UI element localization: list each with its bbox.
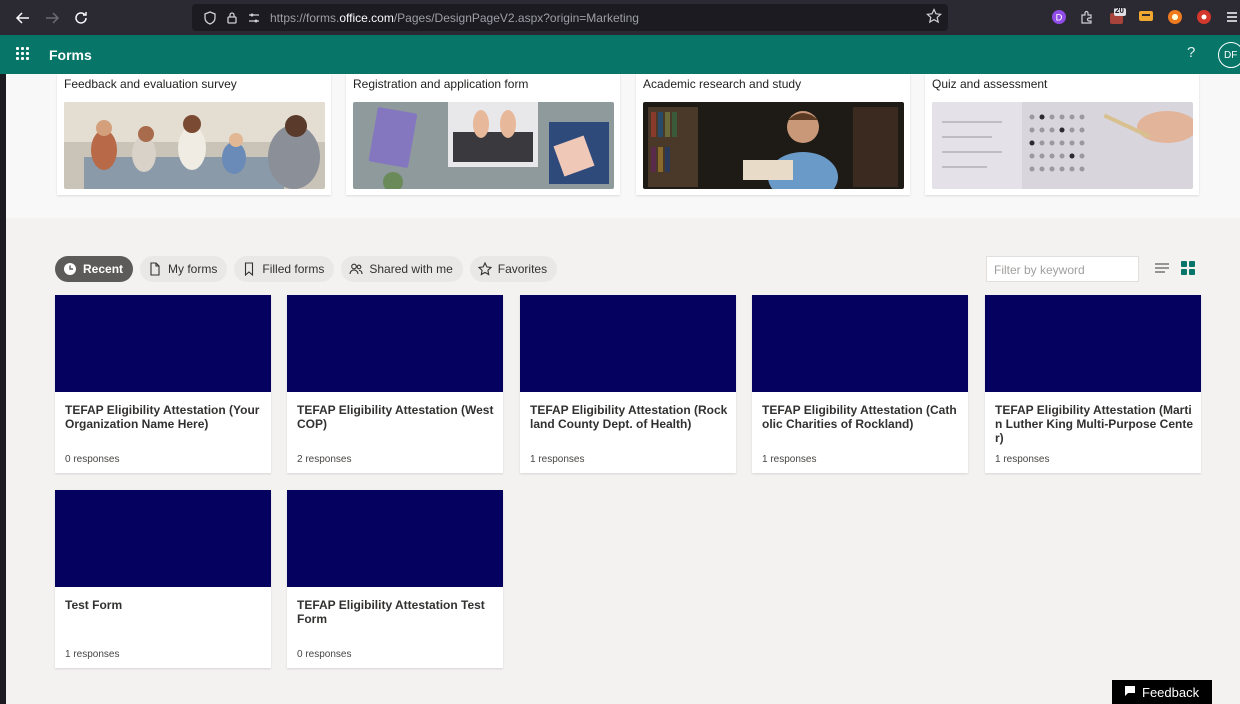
reload-icon[interactable] [67,4,95,32]
shield-icon[interactable] [200,8,220,28]
forward-icon[interactable] [38,4,66,32]
tab-label: Recent [83,262,124,276]
extension-badge-count: 20 [1115,6,1124,15]
app-launcher-icon[interactable] [16,47,30,61]
form-card[interactable]: TEFAP Eligibility Attestation (Your Orga… [55,295,271,473]
extension-d-icon[interactable]: D [1050,8,1068,26]
help-icon[interactable]: ? [1187,44,1195,61]
browser-toolbar: https://forms.office.com/Pages/DesignPag… [0,0,1240,35]
main-content: Feedback and evaluation survey Registrat… [6,74,1240,704]
template-card-quiz[interactable]: Quiz and assessment [925,74,1199,195]
tab-label: Shared with me [369,262,453,276]
tab-favorites[interactable]: Favorites [469,256,558,282]
template-card-registration[interactable]: Registration and application form [346,74,620,195]
menu-icon[interactable] [1223,8,1240,26]
forms-app-bar: Forms ? DF [0,35,1240,74]
star-icon [477,262,492,276]
form-title: TEFAP Eligibility Attestation (Rockland … [530,403,728,431]
list-view-icon[interactable] [1154,260,1170,276]
url-text[interactable]: https://forms.office.com/Pages/DesignPag… [270,11,639,25]
template-image-answer-sheet [932,102,1193,189]
chat-icon [1124,685,1136,700]
avatar[interactable]: DF [1218,42,1240,68]
form-banner [752,295,968,392]
form-banner [287,295,503,392]
template-title: Quiz and assessment [932,77,1048,91]
form-title: TEFAP Eligibility Attestation (Your Orga… [65,403,260,431]
form-responses: 1 responses [762,454,817,465]
form-card[interactable]: TEFAP Eligibility Attestation (Rockland … [520,295,736,473]
grid-view-icon[interactable] [1181,261,1195,275]
feedback-button[interactable]: Feedback [1112,680,1212,704]
form-tabs: Recent My forms Filled forms Shared with… [55,256,558,282]
form-card[interactable]: TEFAP Eligibility Attestation Test Form … [287,490,503,668]
tab-filled-forms[interactable]: Filled forms [234,256,335,282]
permissions-icon[interactable] [244,8,264,28]
form-responses: 0 responses [65,454,120,465]
puzzle-icon[interactable] [1078,8,1096,26]
extension-chat-icon[interactable] [1137,8,1155,26]
form-responses: 0 responses [297,649,352,660]
template-gallery: Feedback and evaluation survey Registrat… [6,74,1240,218]
tab-my-forms[interactable]: My forms [140,256,228,282]
template-card-feedback[interactable]: Feedback and evaluation survey [57,74,331,195]
form-title: TEFAP Eligibility Attestation Test Form [297,598,485,626]
template-title: Registration and application form [353,77,529,91]
document-icon [148,262,162,276]
form-banner [985,295,1201,392]
template-title: Feedback and evaluation survey [64,77,237,91]
form-responses: 1 responses [65,649,120,660]
tab-shared-with-me[interactable]: Shared with me [341,256,463,282]
extension-red-icon[interactable] [1195,8,1213,26]
form-banner [287,490,503,587]
feedback-label: Feedback [1142,684,1200,700]
form-responses: 1 responses [530,454,585,465]
form-title: TEFAP Eligibility Attestation (WestCOP) [297,403,494,431]
form-title: TEFAP Eligibility Attestation (Catholic … [762,403,957,431]
form-card[interactable]: TEFAP Eligibility Attestation (Martin Lu… [985,295,1201,473]
people-icon [349,262,363,276]
tab-label: Filled forms [262,262,325,276]
form-responses: 1 responses [995,454,1050,465]
form-banner [55,490,271,587]
extension-orange-icon[interactable] [1166,8,1184,26]
bookmark-icon [242,262,256,276]
lock-icon[interactable] [222,8,242,28]
filter-input[interactable]: Filter by keyword [986,256,1139,282]
template-image-classroom [64,102,325,189]
form-banner [55,295,271,392]
extension-badge-icon[interactable]: 20 [1108,6,1126,26]
svg-text:D: D [1056,14,1063,24]
template-image-laptop [353,102,614,189]
form-card[interactable]: TEFAP Eligibility Attestation (Catholic … [752,295,968,473]
back-icon[interactable] [9,4,37,32]
bookmark-star-icon[interactable] [926,8,942,29]
tab-recent[interactable]: Recent [55,256,134,282]
form-title: Test Form [65,598,123,612]
template-image-library [643,102,904,189]
template-title: Academic research and study [643,77,802,91]
form-card[interactable]: TEFAP Eligibility Attestation (WestCOP) … [287,295,503,473]
form-responses: 2 responses [297,454,352,465]
tab-label: My forms [168,262,218,276]
tab-label: Favorites [497,262,548,276]
template-card-research[interactable]: Academic research and study [636,74,910,195]
address-bar[interactable]: https://forms.office.com/Pages/DesignPag… [192,4,948,31]
clock-icon [63,262,77,276]
form-card[interactable]: Test Form 1 responses [55,490,271,668]
form-title: TEFAP Eligibility Attestation (Martin Lu… [995,403,1193,445]
form-banner [520,295,736,392]
app-title[interactable]: Forms [49,47,92,63]
